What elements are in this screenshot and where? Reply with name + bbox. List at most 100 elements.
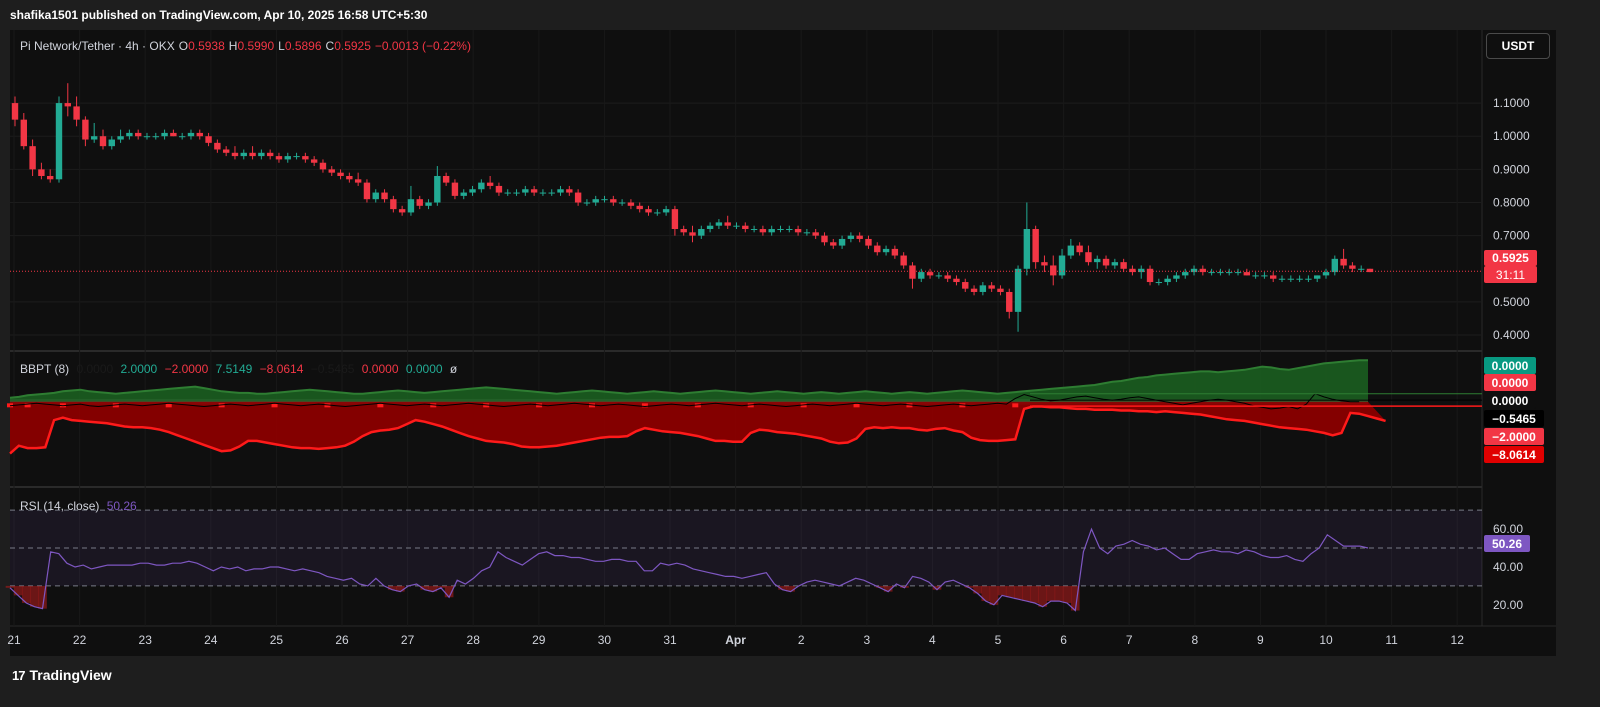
price-tick-label: 0.8000 — [1493, 196, 1530, 210]
candle-body — [1199, 268, 1207, 273]
candle-body — [636, 205, 643, 210]
candle-body — [1094, 258, 1101, 263]
candle-body — [1085, 252, 1092, 263]
candle-body — [99, 136, 107, 147]
candle-body — [610, 199, 617, 203]
candle-body — [310, 159, 318, 163]
bbpt-badge-6: −8.0614 — [1484, 446, 1544, 463]
chart-canvas[interactable]: 1.1000 1.0000 0.9000 0.8000 0.7000 0.5000 0.40… — [0, 0, 1600, 707]
candle-body — [689, 232, 696, 236]
candle-body — [1190, 268, 1198, 273]
candle-body — [372, 192, 379, 200]
symbol-label[interactable]: Pi Network/Tether · 4h · OKX — [20, 39, 175, 53]
footer-bar — [0, 656, 1600, 707]
candle-body — [284, 156, 291, 160]
bbpt-legend: BBPT (8) 0.0000 2.0000 −2.0000 7.5149 −8… — [20, 362, 461, 376]
candle-body — [1173, 275, 1180, 279]
bbpt-badge-5: −2.0000 — [1484, 428, 1544, 445]
candle-body — [275, 156, 283, 160]
candle-body — [953, 278, 960, 283]
candle-body — [1023, 229, 1031, 269]
candle-body — [478, 182, 485, 190]
candle-body — [328, 169, 335, 173]
candle-body — [1032, 229, 1039, 263]
candle-body — [909, 265, 916, 279]
candle-body — [962, 282, 969, 289]
brand[interactable]: 17 TradingView — [12, 667, 112, 683]
candle-body — [205, 136, 212, 143]
candle-body — [715, 222, 723, 226]
candle-body — [926, 272, 934, 276]
candle-body — [143, 136, 151, 138]
candle-body — [398, 209, 406, 213]
candle-body — [698, 229, 705, 236]
candle-body — [1270, 275, 1277, 279]
candle-body — [786, 229, 793, 231]
candle-body — [29, 146, 36, 170]
bbpt-value-2: 2.0000 — [120, 362, 158, 376]
candle-body — [1067, 245, 1075, 256]
candle-body — [495, 185, 503, 193]
candle-body — [82, 119, 89, 140]
candle-body — [574, 192, 582, 203]
candle-body — [1234, 272, 1242, 274]
candle-body — [416, 199, 423, 206]
candle-body — [38, 169, 45, 176]
price-tick-label: 1.1000 — [1493, 96, 1530, 110]
candle-body — [390, 199, 397, 210]
candle-body — [566, 189, 573, 193]
rsi-badge: 50.26 — [1484, 535, 1530, 552]
candle-body — [970, 288, 978, 292]
bbpt-value-7: 0.0000 — [361, 362, 399, 376]
bbpt-value-5: −8.0614 — [259, 362, 304, 376]
rsi-name[interactable]: RSI (14, close) — [20, 499, 99, 513]
candle-body — [161, 132, 168, 137]
candle-body — [1120, 262, 1127, 269]
candle-body — [187, 132, 195, 137]
candle-body — [601, 199, 608, 201]
candle-body — [178, 136, 186, 138]
bbpt-badge-3: 0.0000 — [1484, 392, 1536, 409]
price-tick-label: 0.9000 — [1493, 162, 1530, 176]
rsi-tick-label: 20.00 — [1493, 598, 1523, 612]
candle-body — [618, 202, 626, 204]
currency-button[interactable]: USDT — [1486, 33, 1550, 59]
price-tick-label: 1.0000 — [1493, 129, 1530, 143]
time-tick-label: 27 — [401, 633, 415, 647]
candle-body — [706, 225, 714, 230]
candle-body — [170, 132, 177, 137]
candle-body — [1340, 258, 1347, 266]
time-tick-label: 22 — [73, 633, 87, 647]
candle-body — [434, 175, 441, 203]
candle-body — [803, 232, 811, 234]
bbpt-marker — [1012, 403, 1019, 408]
candle-body — [654, 212, 661, 214]
candle-body — [407, 199, 415, 213]
candle-body — [812, 232, 819, 236]
candle-body — [337, 172, 344, 176]
candle-body — [504, 192, 511, 194]
bbpt-value-4: 7.5149 — [215, 362, 253, 376]
candle-body — [1076, 245, 1083, 253]
time-tick-label: 11 — [1385, 633, 1398, 647]
bbpt-name[interactable]: BBPT (8) — [20, 362, 69, 376]
bbpt-bear-area — [10, 401, 1386, 454]
candle-body — [865, 238, 872, 246]
candle-body — [469, 189, 476, 193]
bbpt-value-8: 0.0000 — [405, 362, 443, 376]
candle-body — [742, 225, 749, 230]
candle-body — [750, 229, 758, 231]
candle-body — [918, 272, 925, 279]
candle-body — [319, 162, 327, 170]
time-tick-label: 31 — [663, 633, 677, 647]
candle-body — [548, 192, 555, 194]
bbpt-value-6: −0.5465 — [310, 362, 355, 376]
candle-body — [460, 192, 467, 196]
rsi-tick-label: 60.00 — [1493, 522, 1523, 536]
candle-body — [856, 235, 863, 239]
candle-body — [988, 285, 995, 289]
candle-body — [838, 238, 846, 246]
candle-body — [442, 175, 450, 183]
candle-body — [1261, 275, 1268, 277]
candle-body — [1349, 265, 1356, 269]
